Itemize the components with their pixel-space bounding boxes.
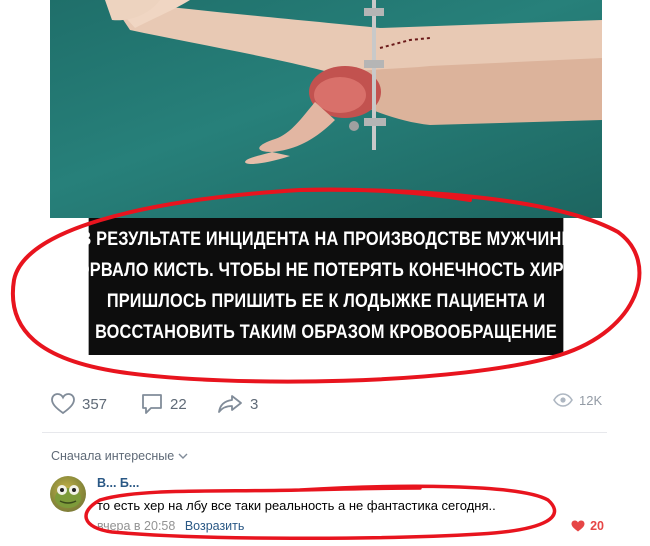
like-count: 357 — [82, 395, 108, 413]
comment-like-button[interactable]: 20 — [571, 519, 604, 533]
post-caption: В РЕЗУЛЬТАТЕ ИНЦИДЕНТА НА ПРОИЗВОДСТВЕ М… — [54, 218, 619, 355]
divider — [42, 432, 607, 433]
caption-line-2: ОТОРВАЛО КИСТЬ. ЧТОБЫ НЕ ПОТЕРЯТЬ КОНЕЧН… — [54, 260, 620, 281]
comment-icon — [142, 394, 162, 414]
views-indicator: 12K — [553, 392, 602, 408]
caption-line-1: В РЕЗУЛЬТАТЕ ИНЦИДЕНТА НА ПРОИЗВОДСТВЕ М… — [79, 229, 573, 250]
comment-meta: вчера в 20:58 Возразить — [97, 519, 244, 533]
share-button[interactable]: 3 — [216, 392, 258, 416]
heart-icon — [51, 393, 75, 415]
post-actions: 357 22 3 12K — [50, 392, 610, 420]
post-photo[interactable] — [50, 0, 602, 218]
avatar[interactable] — [50, 476, 86, 512]
caption-line-3: ПРИШЛОСЬ ПРИШИТЬ ЕЕ К ЛОДЫЖКЕ ПАЦИЕНТА И — [106, 291, 546, 312]
comment-button[interactable]: 22 — [140, 392, 187, 416]
frog-avatar-icon — [55, 485, 81, 508]
like-button[interactable]: 357 — [50, 392, 107, 416]
heart-filled-icon — [571, 520, 585, 532]
sort-label: Сначала интересные — [51, 449, 175, 463]
view-count: 12K — [579, 392, 603, 408]
comment-count: 22 — [170, 395, 187, 413]
caption-line-4: ВОССТАНОВИТЬ ТАКИМ ОБРАЗОМ КРОВООБРАЩЕНИ… — [95, 322, 557, 343]
comment-like-count: 20 — [590, 519, 604, 533]
comment-time[interactable]: вчера в 20:58 — [97, 519, 175, 533]
share-icon — [218, 395, 242, 413]
photo-illustration — [105, 0, 602, 164]
comment-text: то есть хер на лбу все таки реальность а… — [97, 498, 496, 513]
share-count: 3 — [250, 395, 259, 413]
chevron-down-icon — [178, 453, 188, 459]
comment-sort-dropdown[interactable]: Сначала интересные — [51, 449, 188, 463]
reply-link[interactable]: Возразить — [185, 519, 245, 533]
comment-author[interactable]: В... Б... — [97, 476, 139, 490]
eye-icon — [553, 393, 573, 407]
